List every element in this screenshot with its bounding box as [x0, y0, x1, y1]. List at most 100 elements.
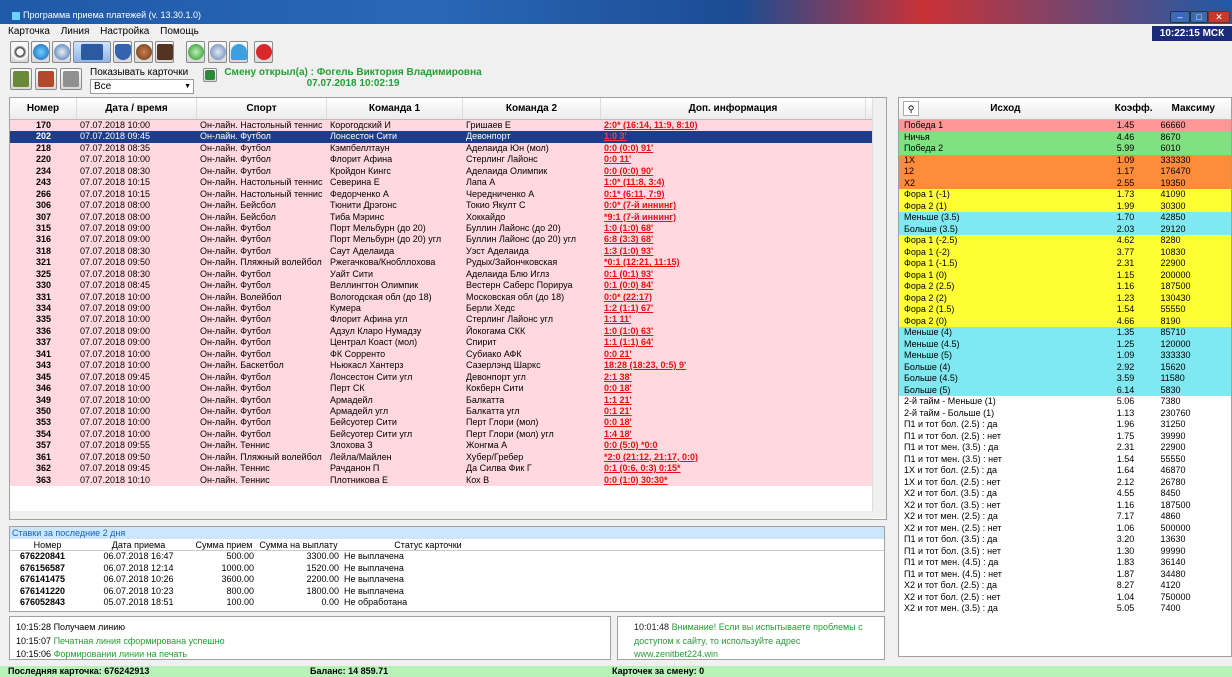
event-row[interactable]: 353 07.07.2018 10:00 Он-лайн. Футбол Бейсуо…: [10, 417, 886, 429]
bet-row[interactable]: 676141220 06.07.2018 10:23 800.00 1800.00 Не…: [10, 586, 884, 598]
col-coef[interactable]: Коэфф.: [1112, 98, 1156, 119]
outcome-row[interactable]: Победа 1 1.45 66660: [899, 120, 1231, 132]
event-row[interactable]: 336 07.07.2018 09:00 Он-лайн. Футбол Адзул …: [10, 325, 886, 338]
event-row[interactable]: 337 07.07.2018 09:00 Он-лайн. Футбол Центра…: [10, 337, 886, 349]
outcome-row[interactable]: Фора 2 (2.5) 1.16 187500: [899, 281, 1231, 293]
bet-row[interactable]: 676052843 05.07.2018 18:51 100.00 0.00 Не об…: [10, 597, 884, 609]
menu-line[interactable]: Линия: [61, 24, 90, 40]
outcome-row[interactable]: X2 и тот бол. (3.5) : да 4.55 8450: [899, 488, 1231, 500]
outcome-row[interactable]: 1X 1.09 333330: [899, 154, 1231, 166]
book-button[interactable]: [155, 41, 174, 63]
event-row[interactable]: 318 07.07.2018 08:30 Он-лайн. Футбол Саут А…: [10, 245, 886, 258]
menu-card[interactable]: Карточка: [8, 24, 50, 40]
event-row[interactable]: 325 07.07.2018 08:30 Он-лайн. Футбол Уайт С…: [10, 268, 886, 281]
outcome-row[interactable]: П1 и тот бол. (3.5) : да 3.20 13630: [899, 534, 1231, 546]
outcome-row[interactable]: Фора 2 (1) 1.99 30300: [899, 200, 1231, 212]
col-datetime[interactable]: Дата / время: [77, 98, 197, 119]
help-button[interactable]: [254, 41, 273, 63]
event-row[interactable]: 346 07.07.2018 10:00 Он-лайн. Футбол Перт С…: [10, 383, 886, 395]
maximize-button[interactable]: □: [1190, 11, 1208, 23]
grid-horizontal-scrollbar[interactable]: [10, 511, 873, 519]
notice-link[interactable]: www.zenitbet224.win: [634, 648, 870, 662]
outcome-row[interactable]: Фора 2 (2) 1.23 130430: [899, 292, 1231, 304]
outcome-row[interactable]: 12 1.17 176470: [899, 166, 1231, 178]
outcome-row[interactable]: 1X и тот бол. (2.5) : нет 2.12 26780: [899, 477, 1231, 489]
event-row[interactable]: 316 07.07.2018 09:00 Он-лайн. Футбол Порт М…: [10, 234, 886, 246]
outcome-row[interactable]: X2 2.55 19350: [899, 177, 1231, 189]
outcome-row[interactable]: П1 и тот мен. (3.5) : да 2.31 22900: [899, 442, 1231, 454]
col-number[interactable]: Номер: [10, 98, 77, 119]
outcome-row[interactable]: Фора 1 (0) 1.15 200000: [899, 269, 1231, 281]
bet-row[interactable]: 676156587 06.07.2018 12:14 1000.00 1520.00 Н…: [10, 563, 884, 575]
bet-row[interactable]: 676141475 06.07.2018 10:26 3600.00 2200.00 Н…: [10, 574, 884, 586]
event-row[interactable]: 234 07.07.2018 08:30 Он-лайн. Футбол Кройдо…: [10, 165, 886, 178]
sport-ball-button[interactable]: [52, 41, 71, 63]
event-row[interactable]: 321 07.07.2018 09:50 Он-лайн. Пляжный воле…: [10, 257, 886, 269]
event-row[interactable]: 343 07.07.2018 10:00 Он-лайн. Баскетбол Нью…: [10, 360, 886, 372]
event-row[interactable]: 354 07.07.2018 10:00 Он-лайн. Футбол Бейсуо…: [10, 428, 886, 441]
col-team1[interactable]: Команда 1: [327, 98, 463, 119]
event-row[interactable]: 350 07.07.2018 10:00 Он-лайн. Футбол Армаде…: [10, 405, 886, 418]
event-row[interactable]: 331 07.07.2018 10:00 Он-лайн. Волейбол Воло…: [10, 291, 886, 303]
col-extra-info[interactable]: Доп. информация: [601, 98, 866, 119]
shift-icon-button[interactable]: [203, 68, 217, 82]
outcome-row[interactable]: Больше (4) 2.92 15620: [899, 361, 1231, 373]
outcome-row[interactable]: X2 и тот бол. (2.5) : нет 1.04 750000: [899, 592, 1231, 604]
outcome-row[interactable]: Фора 1 (-2.5) 4.62 8280: [899, 235, 1231, 247]
outcome-row[interactable]: Фора 1 (-1.5) 2.31 22900: [899, 258, 1231, 270]
settings-button[interactable]: [208, 41, 227, 63]
outcome-row[interactable]: X2 и тот бол. (2.5) : да 8.27 4120: [899, 580, 1231, 592]
outcome-row[interactable]: Больше (4.5) 3.59 11580: [899, 373, 1231, 385]
sport-globe-button[interactable]: [31, 41, 50, 63]
outcome-row[interactable]: X2 и тот мен. (2.5) : нет 1.06 500000: [899, 523, 1231, 535]
event-row[interactable]: 357 07.07.2018 09:55 Он-лайн. Теннис Злохов…: [10, 440, 886, 452]
event-row[interactable]: 218 07.07.2018 08:35 Он-лайн. Футбол Кэмпбе…: [10, 142, 886, 155]
outcome-row[interactable]: Меньше (5) 1.09 333330: [899, 350, 1231, 362]
outcome-row[interactable]: П1 и тот мен. (3.5) : нет 1.54 55550: [899, 454, 1231, 466]
close-button[interactable]: ✕: [1208, 11, 1230, 23]
view-button[interactable]: [73, 41, 111, 63]
event-row[interactable]: 306 07.07.2018 08:00 Он-лайн. Бейсбол Тюнит…: [10, 200, 886, 212]
grid-vertical-scrollbar[interactable]: [872, 98, 886, 518]
event-row[interactable]: 307 07.07.2018 08:00 Он-лайн. Бейсбол Тиба …: [10, 211, 886, 223]
outcome-row[interactable]: Ничья 4.46 8670: [899, 131, 1231, 143]
event-row[interactable]: 315 07.07.2018 09:00 Он-лайн. Футбол Порт М…: [10, 222, 886, 235]
outcome-row[interactable]: П1 и тот мен. (4.5) : нет 1.87 34480: [899, 569, 1231, 581]
outcome-row[interactable]: Больше (5) 6.14 5830: [899, 384, 1231, 396]
col-max[interactable]: Максиму: [1155, 98, 1231, 119]
outcome-row[interactable]: П1 и тот бол. (2.5) : да 1.96 31250: [899, 419, 1231, 431]
outcome-row[interactable]: П1 и тот мен. (4.5) : да 1.83 36140: [899, 557, 1231, 569]
outcome-row[interactable]: П1 и тот бол. (2.5) : нет 1.75 39990: [899, 431, 1231, 443]
event-row[interactable]: 341 07.07.2018 10:00 Он-лайн. Футбол ФК Сор…: [10, 348, 886, 361]
sport-football-button[interactable]: [10, 41, 29, 63]
search-icon[interactable]: ⚲: [903, 101, 919, 116]
outcome-row[interactable]: X2 и тот мен. (2.5) : да 7.17 4860: [899, 511, 1231, 523]
outcome-row[interactable]: 2-й тайм - Больше (1) 1.13 230760: [899, 408, 1231, 420]
bet-row[interactable]: 676220841 06.07.2018 16:47 500.00 3300.00 Не…: [10, 551, 884, 563]
event-row[interactable]: 220 07.07.2018 10:00 Он-лайн. Футбол Флорит…: [10, 154, 886, 166]
basketball-button[interactable]: [134, 41, 153, 63]
event-row[interactable]: 202 07.07.2018 09:45 Он-лайн. Футбол Лонсес…: [10, 131, 886, 143]
menu-help[interactable]: Помощь: [160, 24, 199, 40]
event-row[interactable]: 335 07.07.2018 10:00 Он-лайн. Футбол Флорит…: [10, 314, 886, 326]
event-row[interactable]: 345 07.07.2018 09:45 Он-лайн. Футбол Лонсес…: [10, 371, 886, 384]
outcome-row[interactable]: Меньше (3.5) 1.70 42850: [899, 212, 1231, 224]
outcome-row[interactable]: Фора 2 (0) 4.66 8190: [899, 315, 1231, 327]
col-outcome[interactable]: ⚲ Исход: [899, 98, 1112, 119]
outcome-row[interactable]: X2 и тот мен. (3.5) : да 5.05 7400: [899, 603, 1231, 615]
outcome-row[interactable]: П1 и тот бол. (3.5) : нет 1.30 99990: [899, 546, 1231, 558]
outcome-row[interactable]: X2 и тот бол. (3.5) : нет 1.16 187500: [899, 500, 1231, 512]
outcome-row[interactable]: Больше (3.5) 2.03 29120: [899, 223, 1231, 235]
event-row[interactable]: 170 07.07.2018 10:00 Он-лайн. Настольный т…: [10, 120, 886, 132]
shield-button[interactable]: [113, 41, 132, 63]
outcome-row[interactable]: 1X и тот бол. (2.5) : да 1.64 46870: [899, 465, 1231, 477]
cards-filter-select[interactable]: Все ▼: [90, 79, 194, 94]
menu-settings[interactable]: Настройка: [100, 24, 149, 40]
event-row[interactable]: 363 07.07.2018 10:10 Он-лайн. Теннис Плотни…: [10, 474, 886, 486]
outcome-row[interactable]: 2-й тайм - Меньше (1) 5.06 7380: [899, 396, 1231, 408]
outcome-row[interactable]: Фора 2 (1.5) 1.54 55550: [899, 304, 1231, 316]
outcome-row[interactable]: Меньше (4) 1.35 85710: [899, 327, 1231, 339]
user-button[interactable]: [229, 41, 248, 63]
refresh-button[interactable]: [186, 41, 205, 63]
new-card-button[interactable]: [10, 68, 32, 90]
